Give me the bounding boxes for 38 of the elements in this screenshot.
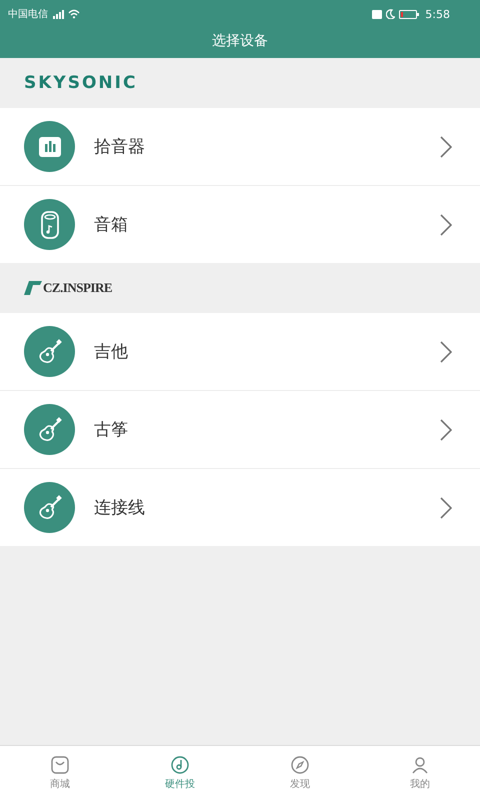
- chevron-right-icon: [440, 214, 452, 236]
- chevron-right-icon: [440, 496, 452, 518]
- tab-item[interactable]: 发现: [240, 746, 360, 800]
- guitar-icon: [36, 338, 62, 364]
- bag-icon: [51, 756, 69, 774]
- device-name: 音箱: [94, 214, 129, 236]
- carrier-name: 中国电信: [8, 8, 48, 21]
- music-note-icon: [171, 756, 189, 774]
- device-row[interactable]: 古筝: [0, 391, 480, 469]
- chevron-right-icon: [440, 418, 452, 440]
- device-row[interactable]: 吉他: [0, 313, 480, 391]
- device-name: 连接线: [94, 497, 146, 519]
- compass-icon: [291, 756, 309, 774]
- guitar-icon: [36, 494, 62, 520]
- moon-icon: [386, 9, 396, 19]
- device-row[interactable]: 音箱: [0, 186, 480, 263]
- device-name: 吉他: [94, 341, 129, 363]
- signal-icon: [52, 10, 64, 18]
- chevron-right-icon: [440, 340, 452, 362]
- bars-icon: [38, 136, 60, 156]
- screen-title: 选择设备: [211, 32, 269, 51]
- tab-item[interactable]: 硬件投: [120, 746, 240, 800]
- device-row[interactable]: 连接线: [0, 469, 480, 546]
- device-name: 古筝: [94, 419, 129, 441]
- device-row[interactable]: 拾音器: [0, 108, 480, 186]
- device-name: 拾音器: [94, 136, 146, 158]
- logo-mark-icon: [24, 281, 42, 295]
- clock-time: 5:58: [425, 8, 450, 20]
- tab-item[interactable]: 商城: [0, 746, 120, 800]
- guitar-icon: [36, 416, 62, 442]
- brand-logo: CZ.INSPIRE: [43, 280, 112, 296]
- person-icon: [411, 756, 429, 774]
- brand-logo: SKYSONIC: [24, 73, 138, 93]
- speaker-icon: [40, 210, 60, 238]
- chevron-right-icon: [440, 136, 452, 158]
- battery-icon: [399, 10, 420, 18]
- tab-item[interactable]: 我的: [360, 746, 480, 800]
- wifi-icon: [68, 9, 80, 19]
